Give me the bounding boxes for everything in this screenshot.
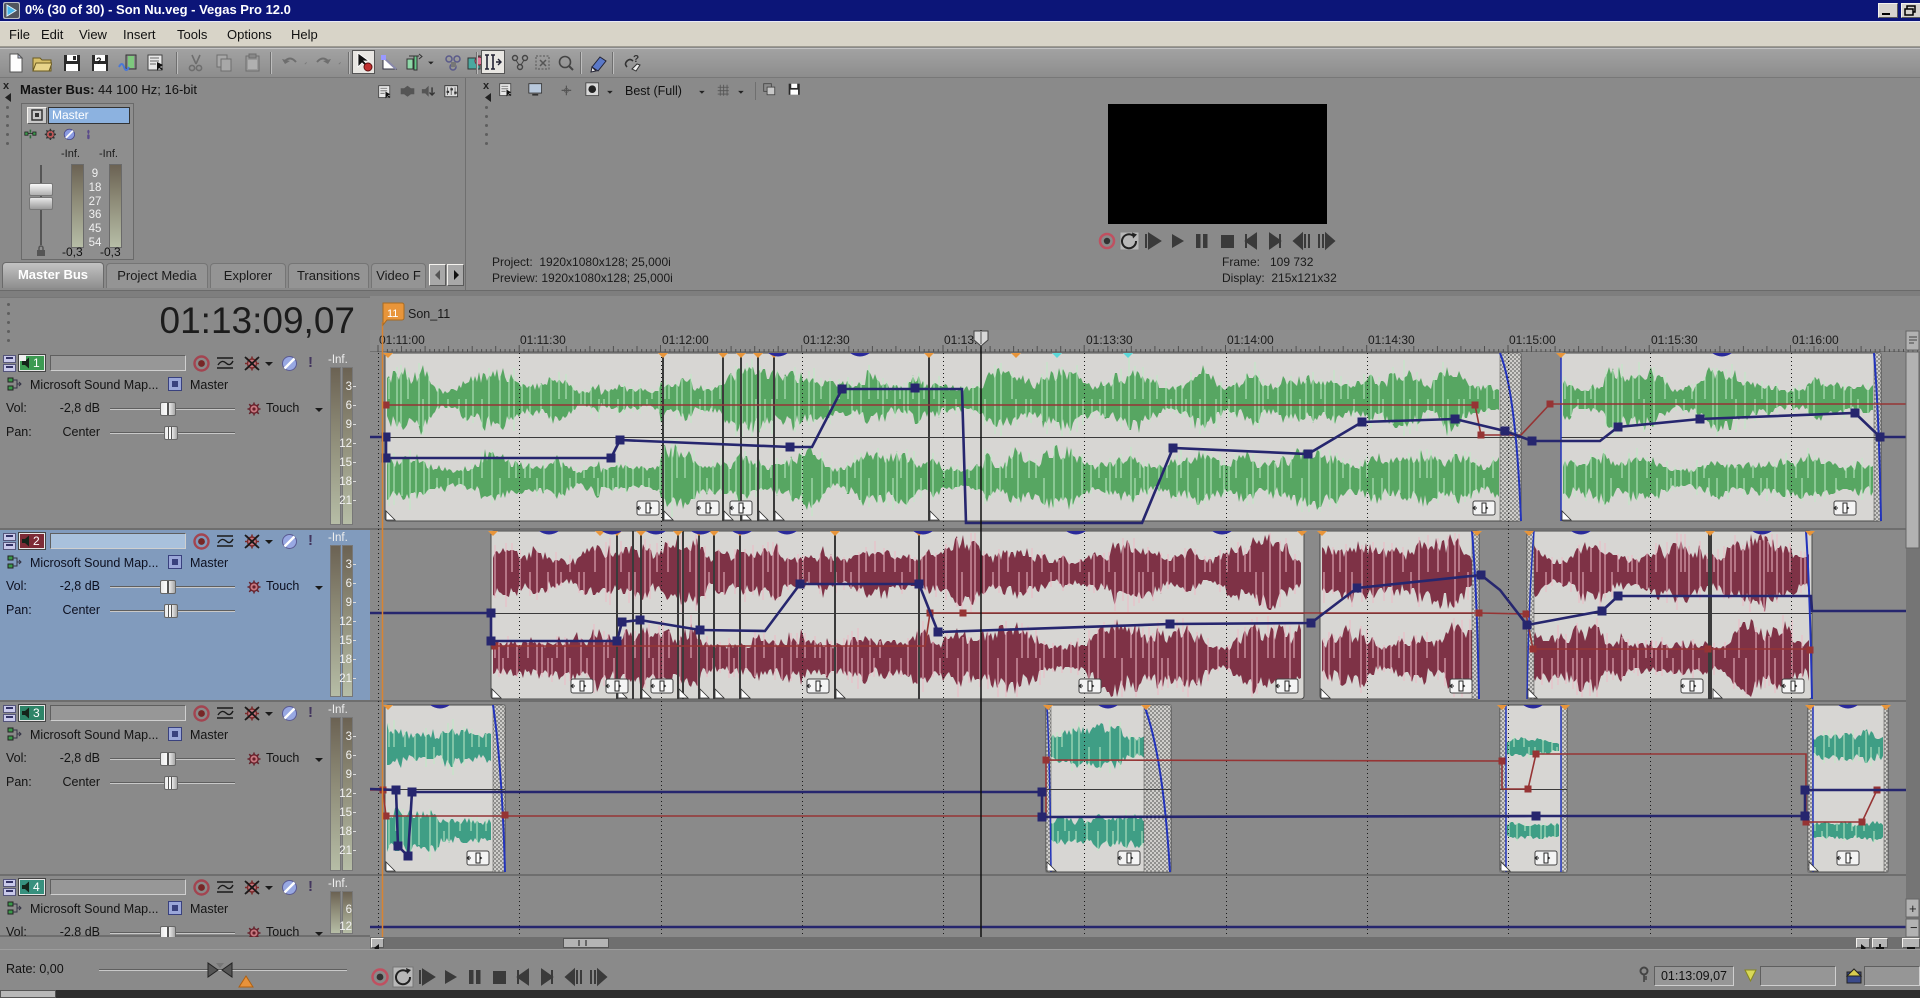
svg-text:11: 11 <box>387 308 398 320</box>
svg-text:+: + <box>1909 901 1917 916</box>
svg-text:?: ? <box>633 54 639 65</box>
svg-text:01:12:00: 01:12:00 <box>662 333 709 347</box>
svg-text:01:11:00: 01:11:00 <box>379 333 425 347</box>
svg-text:?: ? <box>96 56 102 66</box>
svg-text:01:16:00: 01:16:00 <box>1792 333 1839 347</box>
svg-text:01:12:30: 01:12:30 <box>803 333 850 347</box>
svg-text:01:13:30: 01:13:30 <box>1086 333 1133 347</box>
svg-text:−: − <box>1910 920 1918 935</box>
svg-text:Son_11: Son_11 <box>408 307 450 321</box>
svg-text:01:15:30: 01:15:30 <box>1651 333 1698 347</box>
svg-text:01:14:00: 01:14:00 <box>1227 333 1274 347</box>
svg-text:01:15:00: 01:15:00 <box>1509 333 1556 347</box>
svg-text:01:14:30: 01:14:30 <box>1368 333 1415 347</box>
svg-text:01:11:30: 01:11:30 <box>520 333 566 347</box>
